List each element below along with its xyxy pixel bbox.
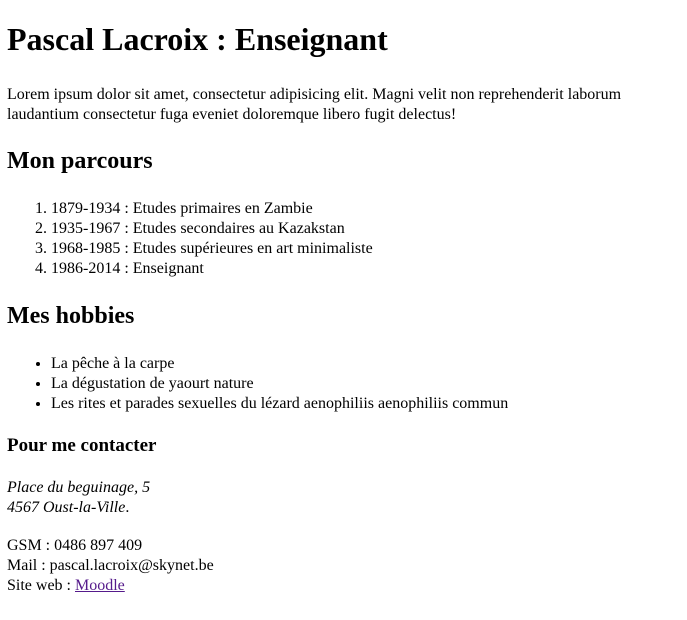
contact-heading: Pour me contacter (7, 435, 157, 456)
contact-site: Site web : Moodle (7, 576, 214, 596)
contact-mail: Mail : pascal.lacroix@skynet.be (7, 557, 214, 574)
address-line-street: Place du beguinage, 5 (7, 479, 151, 496)
address-line-city: 4567 Oust-la-Ville (7, 499, 126, 516)
parcours-item: 1935-1967 : Etudes secondaires au Kazaks… (51, 219, 373, 239)
hobbies-list: La pêche à la carpe La dégustation de ya… (7, 354, 508, 414)
address-period: . (125, 499, 130, 516)
parcours-item: 1986-2014 : Enseignant (51, 259, 373, 279)
address: Place du beguinage, 5 4567 Oust-la-Ville… (7, 478, 150, 518)
hobby-item: Les rites et parades sexuelles du lézard… (51, 394, 508, 414)
intro-paragraph: Lorem ipsum dolor sit amet, consectetur … (7, 86, 622, 123)
parcours-list: 1879-1934 : Etudes primaires en Zambie 1… (7, 199, 373, 279)
parcours-item: 1879-1934 : Etudes primaires en Zambie (51, 199, 373, 219)
contact-site-label: Site web : (7, 577, 75, 594)
hobbies-heading: Mes hobbies (7, 303, 135, 329)
moodle-link[interactable]: Moodle (75, 577, 125, 594)
page-title: Pascal Lacroix : Enseignant (7, 21, 388, 57)
parcours-heading: Mon parcours (7, 148, 153, 174)
contact-details: GSM : 0486 897 409 Mail : pascal.lacroix… (7, 536, 214, 596)
parcours-item: 1968-1985 : Etudes supérieures en art mi… (51, 239, 373, 259)
address-line-city-wrap: 4567 Oust-la-Ville. (7, 498, 150, 518)
hobby-item: La dégustation de yaourt nature (51, 374, 508, 394)
hobby-item: La pêche à la carpe (51, 354, 508, 374)
contact-gsm: GSM : 0486 897 409 (7, 537, 143, 554)
page: Pascal Lacroix : Enseignant Lorem ipsum … (0, 0, 687, 620)
